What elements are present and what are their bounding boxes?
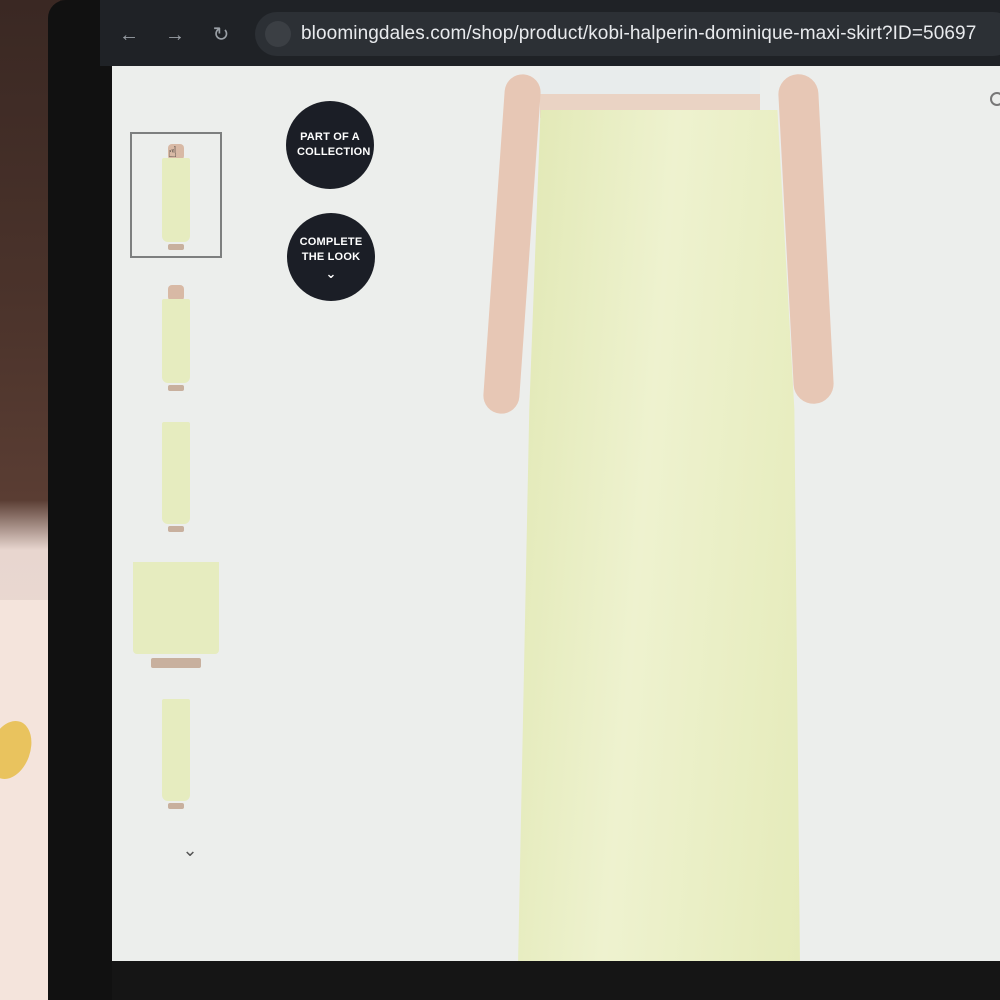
- pointer-hand-icon: ☝: [168, 144, 178, 161]
- thumbnail-5[interactable]: [130, 691, 222, 817]
- arrow-left-icon: ←: [119, 24, 139, 46]
- part-of-collection-button[interactable]: PART OF A COLLECTION: [286, 101, 374, 189]
- reload-icon: ↻: [212, 24, 230, 46]
- address-bar[interactable]: bloomingdales.com/shop/product/kobi-halp…: [255, 12, 1000, 56]
- chevron-down-icon: ⌄: [325, 265, 337, 281]
- screen-bottom-edge: [112, 961, 1000, 1000]
- arrow-right-icon: →: [165, 24, 185, 46]
- complete-label: COMPLETE THE LOOK: [299, 235, 363, 263]
- main-product-image[interactable]: [482, 70, 850, 961]
- collection-label: PART OF A COLLECTION: [297, 131, 371, 158]
- reload-button[interactable]: ↻: [208, 22, 234, 48]
- thumbnail-3[interactable]: [130, 414, 222, 540]
- back-button[interactable]: ←: [116, 22, 142, 48]
- browser-toolbar: ← → ↻ bloomingdales.com/shop/product/kob…: [100, 0, 1000, 66]
- thumbnail-2[interactable]: [130, 273, 222, 399]
- circle-icon: [990, 92, 1000, 106]
- chevron-down-icon: ⌄: [182, 840, 198, 860]
- product-page: ☝ PART OF A COLLECTION COMPLETE THE LOOK…: [112, 66, 1000, 961]
- thumbnails-next-button[interactable]: ⌄: [178, 840, 202, 860]
- forward-button[interactable]: →: [162, 22, 188, 48]
- complete-the-look-button[interactable]: COMPLETE THE LOOK ⌄: [287, 213, 375, 301]
- url-text[interactable]: bloomingdales.com/shop/product/kobi-halp…: [301, 23, 976, 45]
- thumbnail-4[interactable]: [130, 554, 222, 680]
- skirt-image: [518, 110, 800, 961]
- site-settings-icon[interactable]: [265, 21, 291, 47]
